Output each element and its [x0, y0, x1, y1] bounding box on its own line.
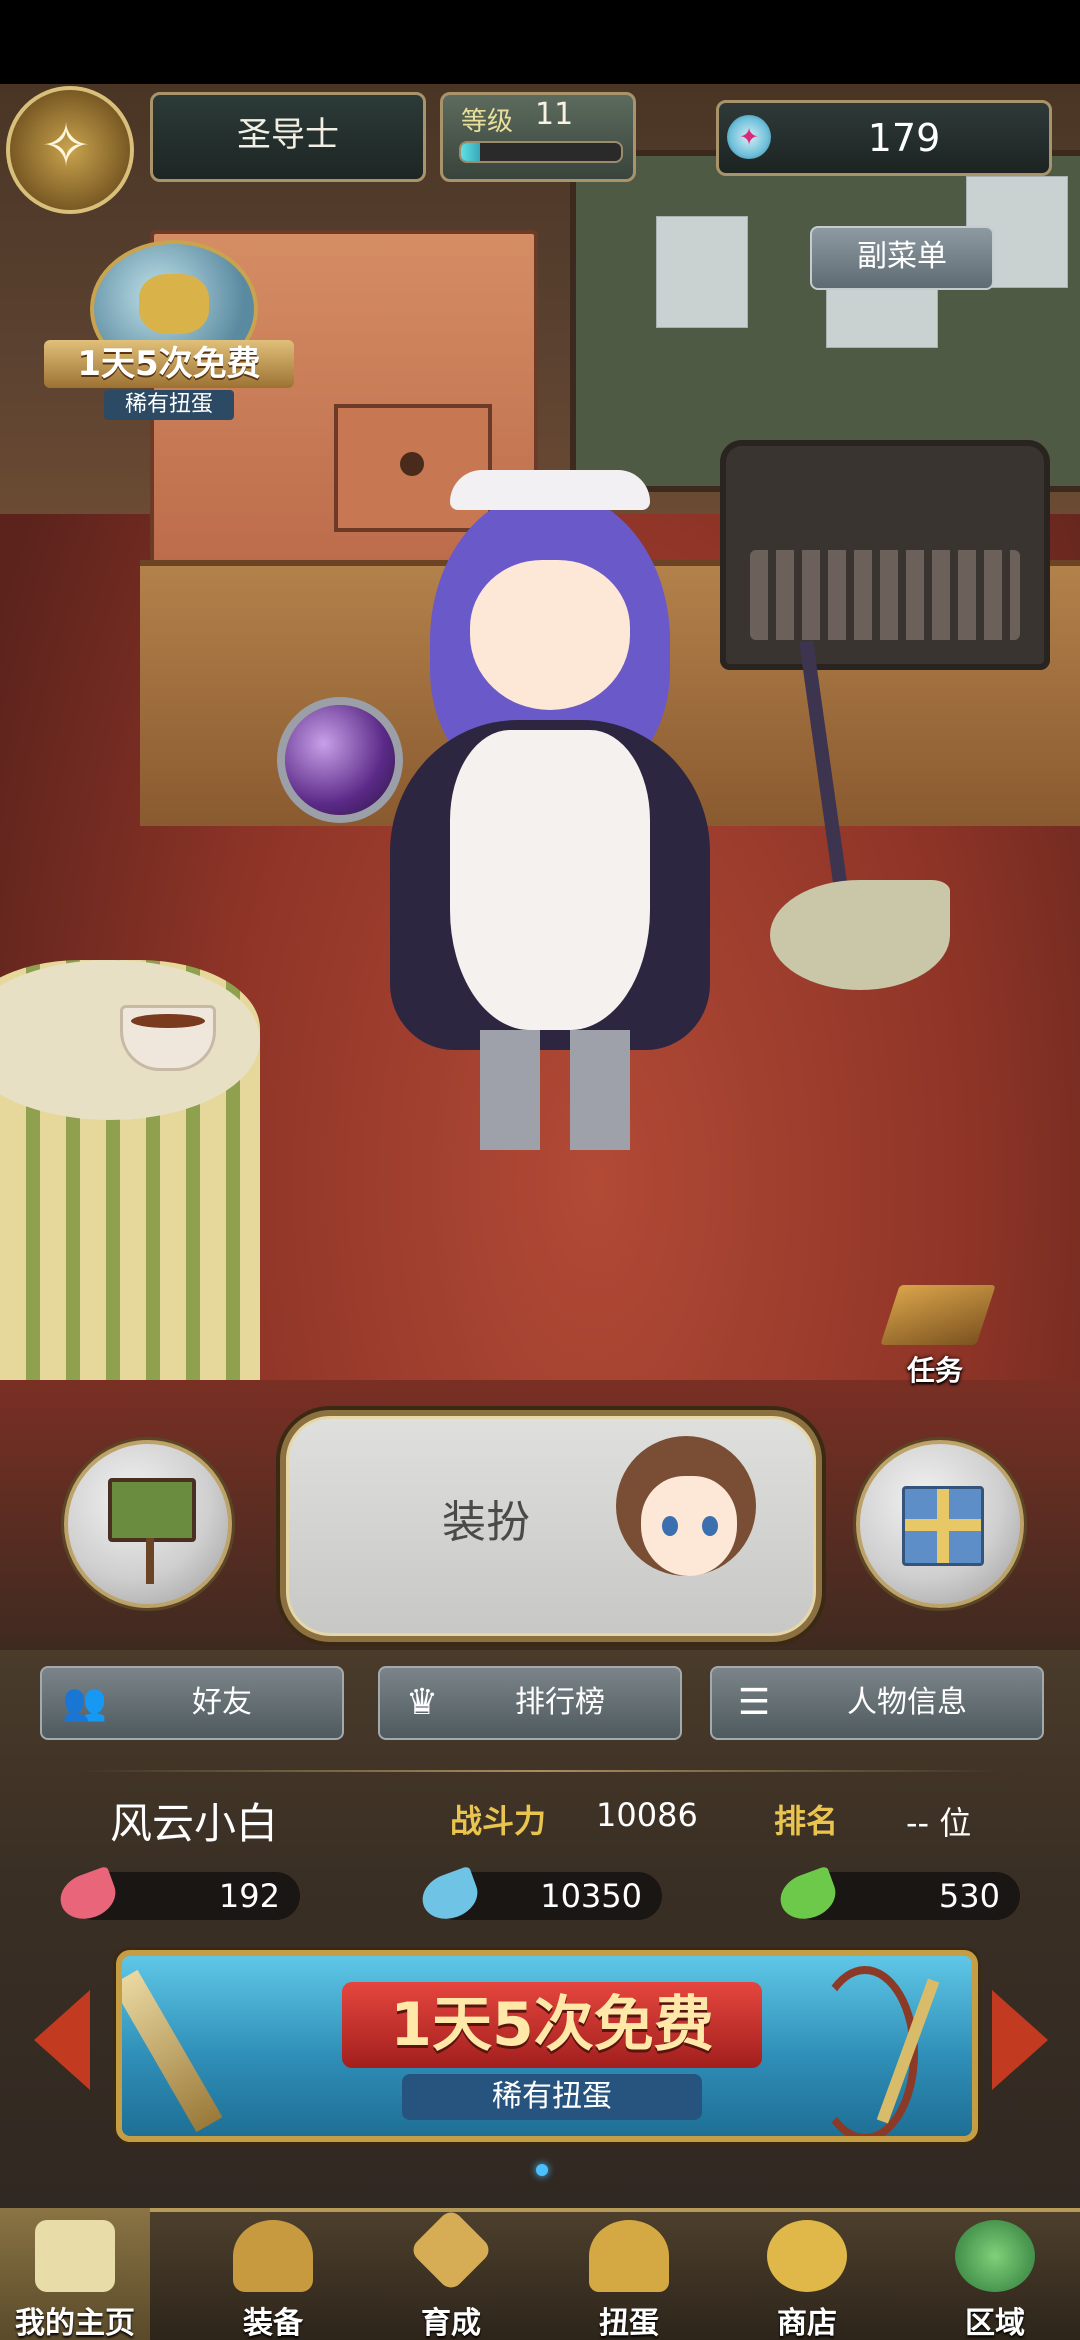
profile-button[interactable]: ☰ 人物信息	[710, 1666, 1044, 1740]
nav-shop[interactable]: 商店	[732, 2208, 882, 2340]
signboard-button[interactable]	[64, 1440, 232, 1608]
portrait-face	[641, 1476, 737, 1576]
character-apron	[450, 730, 650, 1030]
dress-up-button[interactable]: 装扮	[280, 1410, 822, 1642]
rank-label: 排名	[774, 1802, 839, 1840]
blue-resource-counter: 10350	[416, 1865, 662, 1927]
character-face	[470, 560, 630, 710]
leaderboard-label: 排行榜	[515, 1685, 605, 1720]
banner-prev-arrow[interactable]	[34, 1990, 90, 2090]
bottom-navigation	[0, 2208, 1080, 2340]
gift-box-button[interactable]	[856, 1440, 1024, 1608]
signboard-icon	[108, 1478, 196, 1584]
nav-gacha[interactable]: 扭蛋	[554, 2208, 704, 2340]
tea-cup	[120, 1005, 216, 1071]
gacha-machine-icon	[589, 2220, 669, 2292]
gem-counter[interactable]: 179	[716, 100, 1052, 176]
friends-label: 好友	[192, 1685, 252, 1720]
gold-coins-icon	[767, 2220, 847, 2292]
leaderboard-button[interactable]: ♛ 排行榜	[378, 1666, 682, 1740]
level-value: 11	[535, 97, 574, 132]
character-headdress	[450, 470, 650, 510]
class-name-plate: 圣导士	[150, 92, 426, 182]
experience-bar	[459, 141, 623, 163]
gift-box-icon	[902, 1486, 984, 1566]
level-plate: 等级 11	[440, 92, 636, 182]
nav-shop-label: 商店	[777, 2306, 837, 2340]
broom-head	[770, 880, 950, 990]
character-legs	[480, 1030, 630, 1150]
red-resource-value: 192	[218, 1877, 280, 1915]
swords-icon	[408, 2207, 494, 2293]
scroll-icon	[35, 2220, 115, 2292]
banner-next-arrow[interactable]	[992, 1990, 1048, 2090]
nav-area-label: 区域	[965, 2306, 1025, 2340]
nav-training[interactable]: 育成	[376, 2207, 526, 2340]
gacha-badge-title: 1天5次免费	[44, 340, 294, 388]
book-icon	[880, 1285, 996, 1345]
profile-list-icon: ☰	[737, 1682, 771, 1723]
red-resource-counter: 192	[54, 1865, 300, 1927]
mission-label: 任务	[906, 1354, 963, 1387]
banner-subtitle: 稀有扭蛋	[402, 2074, 702, 2120]
home-screen: ✧ 圣导士 等级 11 179 副菜单 1天5次免费 稀有扭蛋 任务 装扮	[0, 0, 1080, 2340]
banner-page-indicator	[536, 2164, 548, 2176]
nav-training-label: 育成	[421, 2306, 481, 2340]
mission-button[interactable]: 任务	[880, 1285, 1000, 1395]
submenu-button[interactable]: 副菜单	[810, 226, 994, 290]
nav-equipment-label: 装备	[243, 2306, 303, 2340]
gem-count: 179	[867, 116, 941, 160]
wand-icon: ✧	[40, 111, 92, 181]
battle-power-label: 战斗力	[450, 1802, 547, 1840]
main-menu-button[interactable]: ✧	[6, 86, 134, 214]
experience-bar-fill	[461, 143, 481, 161]
battle-power-value: 10086	[596, 1796, 698, 1834]
nav-area[interactable]: 区域	[920, 2208, 1070, 2340]
pinned-note	[656, 216, 748, 328]
class-name: 圣导士	[237, 115, 339, 155]
gacha-free-badge[interactable]: 1天5次免费 稀有扭蛋	[40, 240, 300, 420]
rank-value: -- 位	[906, 1804, 972, 1842]
nav-home[interactable]: 我的主页	[0, 2208, 150, 2340]
helmet-icon	[233, 2220, 313, 2292]
status-bar	[0, 0, 1080, 84]
green-resource-counter: 530	[774, 1865, 1020, 1927]
nav-gacha-label: 扭蛋	[599, 2306, 659, 2340]
blue-resource-value: 10350	[540, 1877, 642, 1915]
main-character[interactable]	[330, 470, 830, 1170]
gem-icon	[727, 115, 771, 159]
friends-icon: 👥	[62, 1682, 107, 1723]
gacha-banner[interactable]: 1天5次免费 稀有扭蛋	[116, 1950, 978, 2142]
dress-up-character-portrait	[586, 1416, 786, 1630]
player-name: 风云小白	[110, 1799, 279, 1848]
crystal-orb	[285, 705, 395, 815]
profile-label: 人物信息	[847, 1685, 967, 1720]
globe-icon	[955, 2220, 1035, 2292]
portrait-eye	[702, 1516, 718, 1536]
sword-art	[122, 1969, 223, 2133]
level-label: 等级	[461, 107, 514, 137]
green-resource-value: 530	[938, 1877, 1000, 1915]
divider	[80, 1770, 1000, 1772]
banner-title: 1天5次免费	[342, 1982, 762, 2068]
dress-up-label: 装扮	[442, 1497, 530, 1548]
gacha-badge-subtitle: 稀有扭蛋	[104, 390, 234, 420]
nav-equipment[interactable]: 装备	[198, 2208, 348, 2340]
crown-icon: ♛	[405, 1682, 439, 1723]
nav-home-label: 我的主页	[15, 2306, 135, 2340]
friends-button[interactable]: 👥 好友	[40, 1666, 344, 1740]
portrait-eye	[662, 1516, 678, 1536]
